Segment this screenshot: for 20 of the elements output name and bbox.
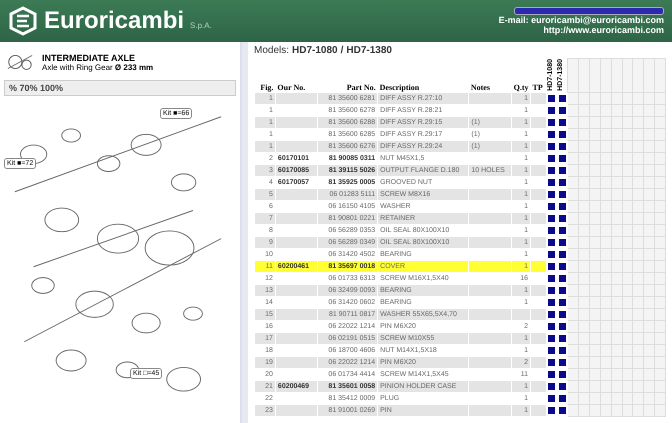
brand-suffix: S.p.A.	[190, 21, 212, 30]
zoom-bar[interactable]: % 70% 100%	[4, 80, 236, 96]
column-header: TP	[530, 58, 547, 93]
group-title: INTERMEDIATE AXLE	[42, 52, 136, 62]
brand-name: Euroricambi	[44, 7, 184, 35]
logo-icon	[8, 6, 38, 36]
top-button[interactable]	[514, 7, 664, 15]
column-header: Notes	[468, 58, 512, 93]
email-text: E-mail: euroricambi@euroricambi.com	[498, 15, 664, 25]
models-label: Models:	[254, 45, 290, 56]
website-link[interactable]: http://www.euroricambi.com	[543, 25, 664, 35]
column-header: Fig.	[254, 58, 276, 93]
model-name: HD7-1080	[292, 45, 338, 56]
model-name: /	[340, 45, 344, 56]
column-header: Our No.	[275, 58, 318, 93]
column-header: Q.ty	[512, 82, 530, 93]
column-header: Part No.	[317, 58, 378, 93]
column-header: Description	[378, 58, 469, 93]
model-name: HD7-1380	[346, 45, 392, 56]
group-subtitle: Axle with Ring Gear Ø 233 mm	[42, 62, 154, 72]
